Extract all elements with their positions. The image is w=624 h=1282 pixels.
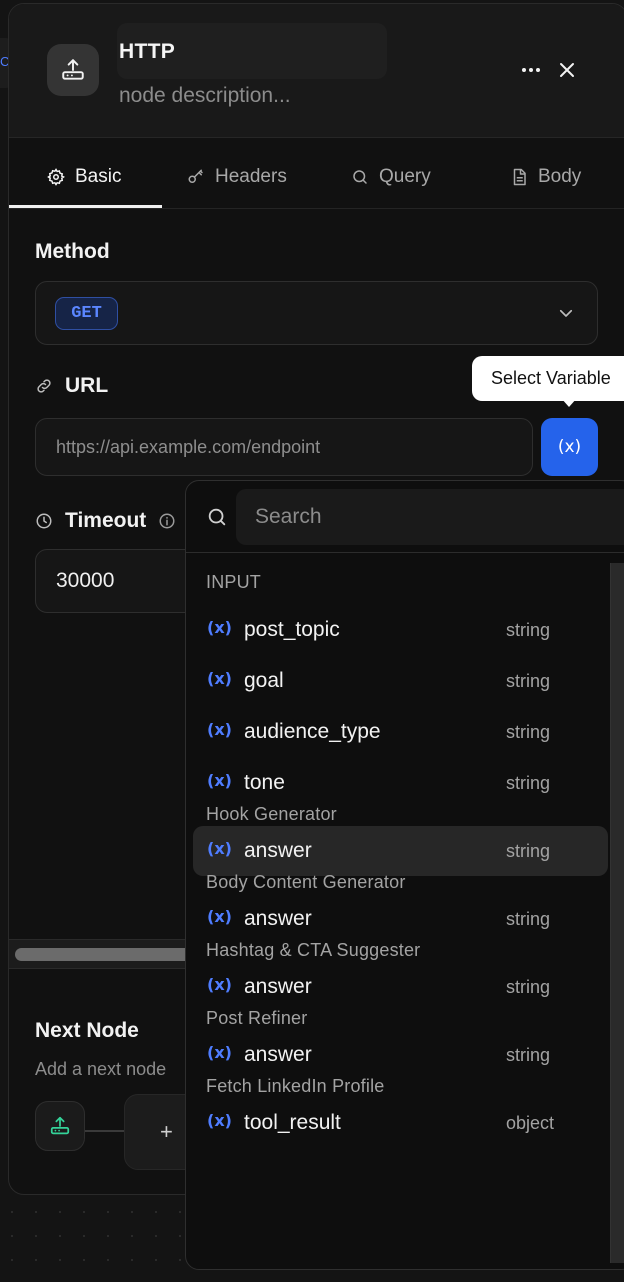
variable-type: string [506, 620, 551, 640]
node-description[interactable]: node description... [119, 84, 291, 108]
variable-name: answer [244, 907, 312, 930]
close-icon [560, 63, 574, 77]
tab-label: Body [538, 166, 582, 187]
chevron-down-icon [559, 309, 573, 317]
tab-body[interactable]: Body [510, 145, 581, 209]
source-node-icon [35, 1101, 85, 1151]
tab-label: Headers [215, 166, 287, 187]
variable-item[interactable]: (x) answer string [193, 894, 608, 944]
variable-icon: (x) [207, 669, 232, 688]
variable-icon: (x) [207, 907, 232, 926]
tab-headers[interactable]: Headers [187, 145, 287, 209]
variable-item[interactable]: (x) tone string [193, 758, 608, 808]
variable-icon: (x) [207, 839, 232, 858]
variable-search [186, 481, 624, 553]
variable-name: answer [244, 839, 312, 862]
variable-group-label: Post Refiner [206, 1008, 308, 1028]
variable-type: string [506, 773, 551, 793]
upload-icon [47, 44, 99, 96]
variable-name: post_topic [244, 618, 340, 641]
next-node-title: Next Node [35, 1019, 139, 1042]
variable-dropdown: INPUT(x)post_topicstring(x)goalstring(x)… [185, 480, 624, 1270]
node-connector [85, 1130, 129, 1132]
variable-group-label: INPUT [206, 572, 261, 592]
upload-icon [50, 1116, 70, 1135]
method-badge: GET [55, 297, 118, 330]
tab-basic[interactable]: Basic [47, 145, 121, 209]
variable-group-label: Hashtag & CTA Suggester [206, 940, 421, 960]
key-icon [188, 169, 203, 183]
method-select[interactable]: GET [35, 281, 598, 345]
tab-label: Basic [75, 166, 122, 187]
variable-icon: (x) [207, 771, 232, 790]
tab-bar: Basic Headers Query Body [9, 145, 624, 209]
variable-icon: (x) [207, 618, 232, 637]
variable-item[interactable]: (x) audience_type string [193, 707, 608, 757]
variable-type: string [506, 841, 551, 861]
link-icon [37, 379, 51, 393]
timeout-label: Timeout [35, 509, 176, 533]
method-label-text: Method [35, 240, 110, 263]
close-button[interactable] [553, 56, 581, 84]
variable-name: tool_result [244, 1111, 341, 1134]
document-icon [513, 168, 526, 186]
timeout-label-text: Timeout [65, 509, 147, 532]
url-label: URL [35, 374, 108, 398]
variable-type: string [506, 1045, 551, 1065]
next-node-description: Add a next node [35, 1059, 167, 1079]
panel-header: HTTP node description... [9, 4, 624, 138]
ellipsis-icon [522, 68, 540, 72]
variable-group-label: Hook Generator [206, 804, 337, 824]
variable-item[interactable]: (x) post_topic string [193, 605, 608, 655]
clock-icon [36, 513, 52, 529]
variable-name: tone [244, 771, 285, 794]
info-icon[interactable] [158, 512, 176, 530]
variable-icon: (x) [207, 1043, 232, 1062]
dropdown-scrollbar[interactable] [610, 563, 624, 1263]
variable-item[interactable]: (x) answer string [193, 826, 608, 876]
variable-item[interactable]: (x) tool_result object [193, 1098, 608, 1148]
variable-icon: (x) [207, 720, 232, 739]
tab-query[interactable]: Query [351, 145, 431, 209]
search-input[interactable] [236, 489, 624, 545]
variable-item[interactable]: (x) answer string [193, 962, 608, 1012]
tab-label: Query [379, 166, 431, 187]
tooltip-arrow [561, 398, 577, 407]
more-options-button[interactable] [517, 56, 545, 84]
variable-name: goal [244, 669, 284, 692]
variable-icon: (x) [207, 1111, 232, 1130]
node-title[interactable]: HTTP [119, 40, 175, 64]
select-variable-tooltip: Select Variable [472, 356, 624, 401]
variable-group-label: Fetch LinkedIn Profile [206, 1076, 385, 1096]
url-label-text: URL [65, 374, 109, 397]
variable-name: answer [244, 1043, 312, 1066]
variable-item[interactable]: (x) answer string [193, 1030, 608, 1080]
search-icon [208, 508, 226, 526]
method-label: Method [35, 240, 110, 264]
variable-type: string [506, 977, 551, 997]
variable-group-label: Body Content Generator [206, 872, 406, 892]
variable-type: string [506, 909, 551, 929]
variable-type: object [506, 1113, 555, 1133]
url-input[interactable]: https://api.example.com/endpoint [35, 418, 533, 476]
variable-icon: (x) [207, 975, 232, 994]
variable-name: audience_type [244, 720, 381, 743]
select-variable-button[interactable]: (x) [541, 418, 598, 476]
variable-item[interactable]: (x) goal string [193, 656, 608, 706]
active-tab-indicator [9, 205, 162, 208]
search-icon [353, 170, 367, 184]
variable-type: string [506, 722, 551, 742]
variable-name: answer [244, 975, 312, 998]
gear-icon [47, 168, 65, 186]
variable-type: string [506, 671, 551, 691]
